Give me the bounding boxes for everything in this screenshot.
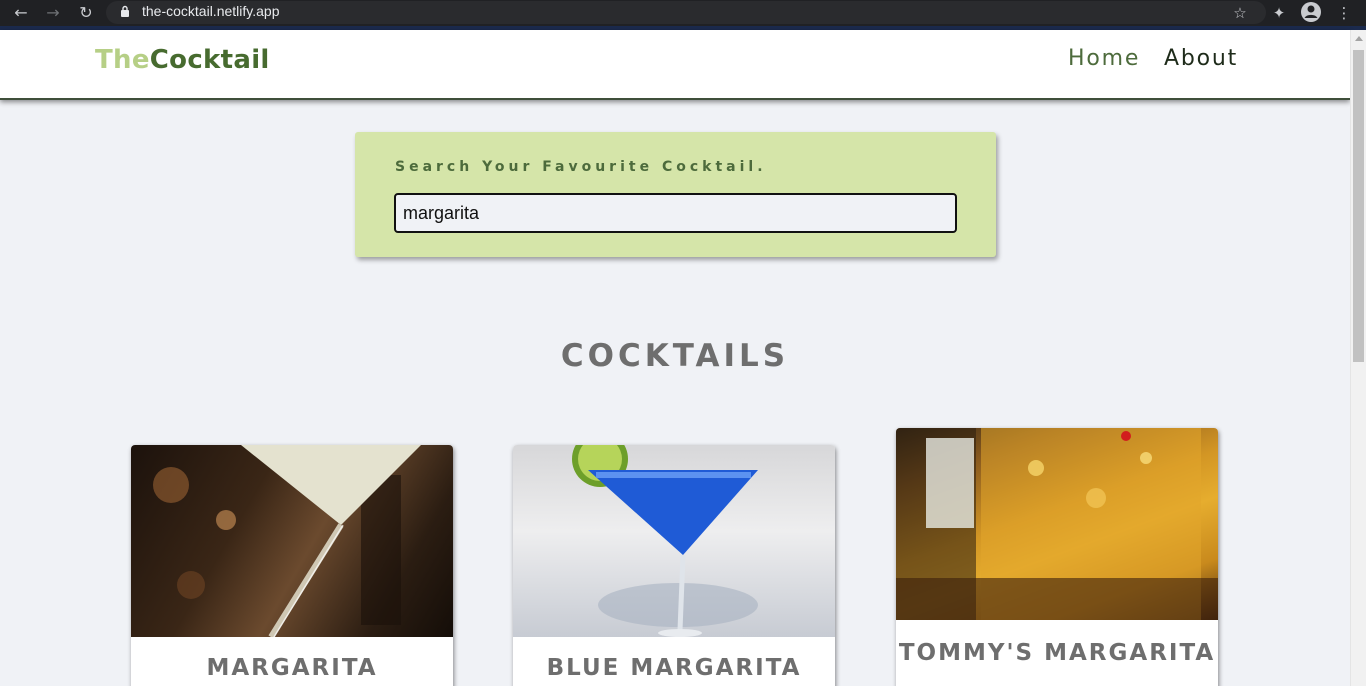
cocktail-card[interactable]: TOMMY'S MARGARITA [896, 428, 1218, 686]
cocktail-card[interactable]: MARGARITA [131, 445, 453, 686]
cocktail-image[interactable] [896, 428, 1218, 620]
nav-link-about[interactable]: About [1164, 46, 1238, 71]
extensions-puzzle-icon[interactable]: ✦ [1268, 2, 1290, 24]
scroll-up-arrow-icon[interactable] [1355, 36, 1363, 41]
address-url[interactable]: the-cocktail.netlify.app [142, 3, 279, 19]
page-scrollbar[interactable] [1350, 30, 1366, 686]
search-input[interactable] [394, 193, 957, 233]
browser-menu-icon[interactable]: ⋮ [1333, 2, 1355, 24]
browser-toolbar: ← → ↻ the-cocktail.netlify.app ☆ ✦ ⋮ [0, 0, 1366, 26]
search-form: Search Your Favourite Cocktail. [355, 132, 996, 257]
section-title: COCKTAILS [560, 338, 790, 374]
profile-avatar-icon[interactable] [1300, 1, 1322, 23]
forward-arrow-icon[interactable]: → [42, 2, 64, 24]
search-label: Search Your Favourite Cocktail. [395, 159, 767, 175]
nav-link-home[interactable]: Home [1068, 46, 1140, 71]
logo-the-text: The [95, 45, 150, 75]
scrollbar-thumb[interactable] [1353, 50, 1364, 362]
logo-cocktail-text: Cocktail [149, 45, 270, 75]
site-navbar: TheCocktail Home About [0, 30, 1350, 100]
back-arrow-icon[interactable]: ← [10, 2, 32, 24]
cocktail-name[interactable]: MARGARITA [131, 653, 453, 683]
site-logo[interactable]: TheCocktail [95, 45, 270, 75]
cocktail-image[interactable] [131, 445, 453, 637]
lock-icon [121, 5, 129, 17]
cocktail-name[interactable]: TOMMY'S MARGARITA [896, 638, 1218, 668]
bookmark-star-icon[interactable]: ☆ [1229, 2, 1251, 24]
cocktail-name[interactable]: BLUE MARGARITA [513, 653, 835, 683]
cocktail-card[interactable]: BLUE MARGARITA [513, 445, 835, 686]
reload-icon[interactable]: ↻ [75, 2, 97, 24]
address-bar[interactable] [106, 1, 1266, 24]
cocktail-image[interactable] [513, 445, 835, 637]
